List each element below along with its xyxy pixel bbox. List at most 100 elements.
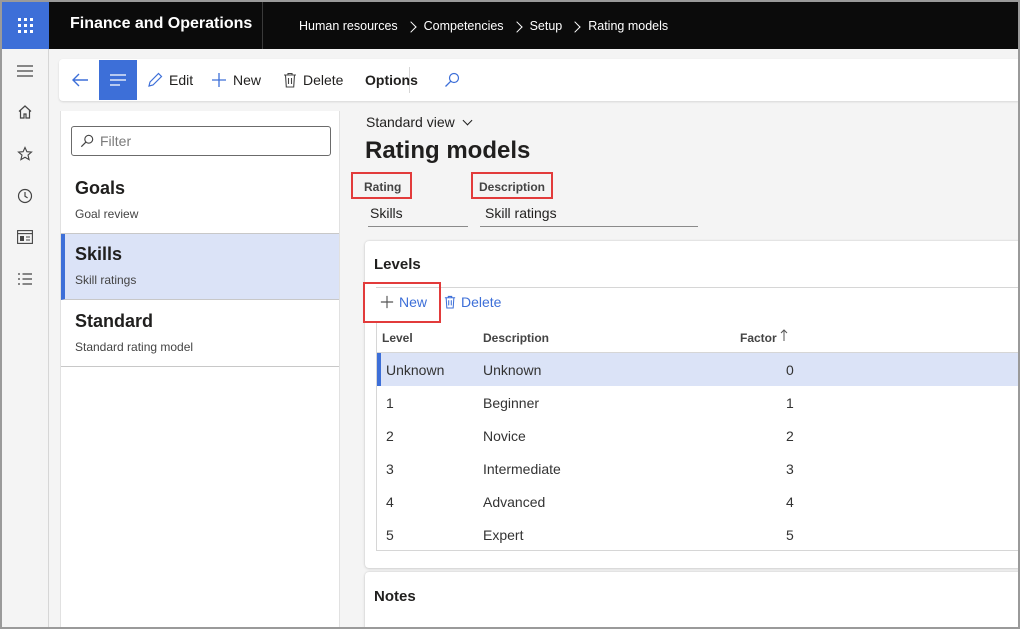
chevron-right-icon [398, 18, 424, 34]
column-header-factor[interactable]: Factor [740, 331, 777, 345]
table-row[interactable]: 3 Intermediate 3 [377, 452, 1018, 485]
breadcrumb-human-resources[interactable]: Human resources [299, 19, 398, 33]
cell-description[interactable]: Advanced [483, 494, 545, 510]
breadcrumb-setup[interactable]: Setup [530, 19, 563, 33]
cell-level[interactable]: 2 [386, 428, 394, 444]
edit-label: Edit [169, 72, 194, 88]
new-button[interactable]: New [211, 59, 261, 101]
cell-level[interactable]: Unknown [386, 362, 444, 378]
cell-level[interactable]: 5 [386, 527, 394, 543]
cell-level[interactable]: 3 [386, 461, 394, 477]
list-item-subtitle: Goal review [75, 207, 139, 221]
lines-icon [110, 74, 126, 86]
levels-delete-label: Delete [461, 294, 502, 310]
grid-header: Level Description Factor [377, 321, 1018, 353]
cell-description[interactable]: Intermediate [483, 461, 561, 477]
levels-new-button[interactable]: New [380, 294, 427, 310]
cell-factor[interactable]: 2 [786, 428, 794, 444]
cell-level[interactable]: 4 [386, 494, 394, 510]
home-icon[interactable] [14, 101, 36, 123]
action-pane: Edit New Delete Options [59, 59, 1018, 101]
view-selector[interactable]: Standard view [366, 114, 473, 130]
options-label: Options [365, 72, 418, 88]
search-icon [444, 72, 460, 88]
table-row[interactable]: Unknown Unknown 0 [377, 353, 1018, 386]
list-item-title: Skills [75, 244, 123, 264]
back-button[interactable] [71, 59, 95, 101]
new-label: New [233, 72, 262, 88]
list-icon[interactable] [14, 268, 36, 290]
cell-factor[interactable]: 3 [786, 461, 794, 477]
column-header-description[interactable]: Description [483, 331, 549, 345]
column-header-level[interactable]: Level [382, 331, 413, 345]
topbar-divider [262, 2, 263, 49]
filter-input[interactable]: Filter [71, 126, 331, 156]
cell-factor[interactable]: 5 [786, 527, 794, 543]
top-bar: Finance and Operations Human resources C… [2, 2, 1018, 49]
description-label: Description [479, 180, 546, 194]
delete-button[interactable]: Delete [283, 59, 343, 101]
divider [376, 287, 1018, 288]
star-icon[interactable] [14, 143, 36, 165]
rating-field[interactable]: Skills [368, 203, 468, 227]
list-item-subtitle: Skill ratings [75, 273, 137, 287]
list-item-subtitle: Standard rating model [75, 340, 194, 354]
cell-factor[interactable]: 4 [786, 494, 794, 510]
table-row[interactable]: 2 Novice 2 [377, 419, 1018, 452]
delete-label: Delete [303, 72, 344, 88]
list-item-title: Goals [75, 178, 126, 198]
chevron-right-icon [504, 18, 530, 34]
chevron-down-icon [462, 115, 473, 125]
description-field[interactable]: Skill ratings [480, 203, 698, 227]
levels-grid: Level Description Factor Unknown Unknown… [376, 321, 1018, 551]
sort-ascending-icon [780, 329, 788, 341]
list-item-standard[interactable]: Standard Standard rating model [61, 301, 339, 367]
list-item-skills[interactable]: Skills Skill ratings [61, 234, 339, 300]
back-arrow-icon [71, 72, 89, 88]
app-title[interactable]: Finance and Operations [70, 15, 252, 33]
rating-label: Rating [364, 180, 402, 194]
cell-level[interactable]: 1 [386, 395, 394, 411]
filter-placeholder: Filter [100, 133, 132, 149]
table-row[interactable]: 1 Beginner 1 [377, 386, 1018, 419]
app-frame: Finance and Operations Human resources C… [2, 2, 1018, 627]
cell-description[interactable]: Expert [483, 527, 523, 543]
search-icon [80, 134, 94, 148]
breadcrumb-competencies[interactable]: Competencies [424, 19, 504, 33]
list-item-title: Standard [75, 311, 154, 331]
workspace-icon[interactable] [14, 226, 36, 248]
trash-icon [283, 72, 297, 88]
view-label: Standard view [366, 114, 455, 130]
levels-delete-button[interactable]: Delete [444, 294, 501, 310]
app-launcher-button[interactable] [2, 2, 49, 49]
left-navigation [2, 49, 49, 627]
pencil-icon [147, 72, 163, 88]
plus-icon [380, 295, 394, 309]
cell-factor[interactable]: 1 [786, 395, 794, 411]
waffle-icon [18, 18, 33, 33]
levels-title[interactable]: Levels [374, 256, 421, 273]
list-view-button[interactable] [99, 60, 137, 100]
hamburger-icon[interactable] [14, 60, 36, 82]
plus-icon [211, 72, 227, 88]
notes-title[interactable]: Notes [374, 588, 416, 605]
edit-button[interactable]: Edit [147, 59, 193, 101]
breadcrumb: Human resources Competencies Setup Ratin… [299, 18, 668, 34]
trash-icon [444, 295, 456, 309]
notes-fasttab [365, 572, 1018, 627]
list-pane: Filter Goals Goal review Skills Skill ra… [60, 111, 340, 627]
breadcrumb-rating-models[interactable]: Rating models [588, 19, 668, 33]
search-button[interactable] [444, 59, 466, 101]
cell-description[interactable]: Beginner [483, 395, 539, 411]
table-row[interactable]: 4 Advanced 4 [377, 485, 1018, 518]
page-title: Rating models [365, 137, 531, 164]
list-item-goals[interactable]: Goals Goal review [61, 168, 339, 234]
clock-icon[interactable] [14, 185, 36, 207]
cell-factor[interactable]: 0 [786, 362, 794, 378]
options-tab[interactable]: Options [365, 59, 418, 101]
table-row[interactable]: 5 Expert 5 [377, 518, 1018, 551]
cell-description[interactable]: Novice [483, 428, 526, 444]
levels-new-label: New [399, 294, 428, 310]
cell-description[interactable]: Unknown [483, 362, 541, 378]
chevron-right-icon [562, 18, 588, 34]
